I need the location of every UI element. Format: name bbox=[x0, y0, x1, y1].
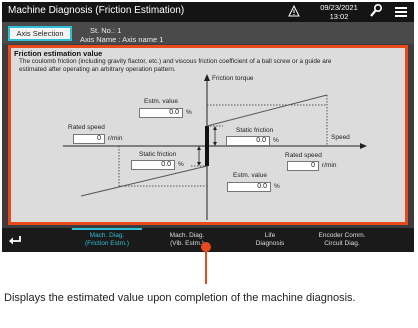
warning-icon[interactable] bbox=[288, 5, 300, 17]
negative-friction-line bbox=[80, 165, 208, 197]
tab-label-line1: Encoder Comm. bbox=[318, 232, 366, 239]
estm-value-top-label: Estm. value bbox=[144, 98, 178, 105]
speed-label: Speed bbox=[331, 134, 350, 141]
estm-value-top-field: 0.0 bbox=[139, 108, 183, 118]
static-friction-left-label: Static friction bbox=[139, 151, 177, 158]
rated-speed-right-label: Rated speed bbox=[285, 152, 322, 159]
estm-value-top-unit: % bbox=[186, 109, 192, 116]
tab-label-line2: Circuit Diag. bbox=[324, 239, 360, 247]
static-friction-right-unit: % bbox=[273, 137, 279, 144]
friction-torque-label: Friction torque bbox=[212, 75, 254, 82]
rated-speed-left-label: Rated speed bbox=[68, 124, 105, 131]
back-icon[interactable] bbox=[8, 233, 22, 247]
rated-speed-left-unit: r/min bbox=[108, 135, 123, 142]
axis-name: Axis Name : Axis name 1 bbox=[80, 35, 164, 44]
station-number: St. No.: 1 bbox=[90, 26, 122, 35]
positive-friction-line bbox=[206, 94, 328, 127]
tab-label-line1: Mach. Diag. bbox=[89, 232, 125, 239]
rated-speed-right-field: 0 bbox=[287, 161, 319, 171]
axis-selection-button[interactable]: Axis Selection bbox=[8, 26, 72, 41]
wrench-icon[interactable] bbox=[369, 3, 383, 19]
estm-value-bottom-field: 0.0 bbox=[227, 182, 271, 192]
title-bar: Machine Diagnosis (Friction Estimation) … bbox=[2, 2, 414, 22]
tab-label-line2: (Vib. Estm.) bbox=[170, 239, 204, 247]
torque-axis-arrow bbox=[204, 74, 210, 81]
screen-title: Machine Diagnosis (Friction Estimation) bbox=[8, 5, 185, 16]
speed-axis-arrow bbox=[360, 143, 367, 149]
tab-label-line2: (Friction Estm.) bbox=[84, 239, 130, 247]
tab-label-line1: Mach. Diag. bbox=[169, 232, 205, 239]
estm-value-bottom-label: Estm. value bbox=[233, 172, 267, 179]
active-tab-indicator bbox=[72, 228, 142, 230]
estm-value-bottom-unit: % bbox=[274, 183, 280, 190]
rated-speed-left-field: 0 bbox=[73, 134, 105, 144]
menu-icon[interactable] bbox=[393, 4, 409, 20]
tab-label-line2: Diagnosis bbox=[255, 239, 285, 247]
tab-vibration-estimation[interactable]: Mach. Diag. (Vib. Estm.) bbox=[147, 232, 227, 247]
callout-line bbox=[205, 246, 207, 284]
tab-label-line1: Life bbox=[264, 232, 276, 239]
date-text: 09/23/2021 bbox=[320, 3, 358, 12]
friction-estimation-panel: Friction estimation value The coulomb fr… bbox=[8, 45, 408, 225]
static-friction-right-label: Static friction bbox=[236, 127, 274, 134]
date-time: 09/23/2021 13:02 bbox=[314, 3, 364, 21]
static-friction-bar bbox=[205, 126, 209, 166]
tab-encoder-comm-diagnosis[interactable]: Encoder Comm. Circuit Diag. bbox=[302, 232, 382, 247]
tab-friction-estimation[interactable]: Mach. Diag. (Friction Estm.) bbox=[67, 232, 147, 247]
static-friction-left-field: 0.0 bbox=[131, 160, 175, 170]
time-text: 13:02 bbox=[329, 12, 349, 21]
caption-text: Displays the estimated value upon comple… bbox=[4, 292, 356, 304]
static-friction-left-unit: % bbox=[178, 161, 184, 168]
axis-row: Axis Selection St. No.: 1 Axis Name : Ax… bbox=[2, 22, 414, 44]
static-friction-right-field: 0.0 bbox=[226, 136, 270, 146]
tab-life-diagnosis[interactable]: Life Diagnosis bbox=[230, 232, 310, 247]
rated-speed-right-unit: r/min bbox=[322, 162, 337, 169]
hmi-screen: Machine Diagnosis (Friction Estimation) … bbox=[2, 2, 414, 252]
